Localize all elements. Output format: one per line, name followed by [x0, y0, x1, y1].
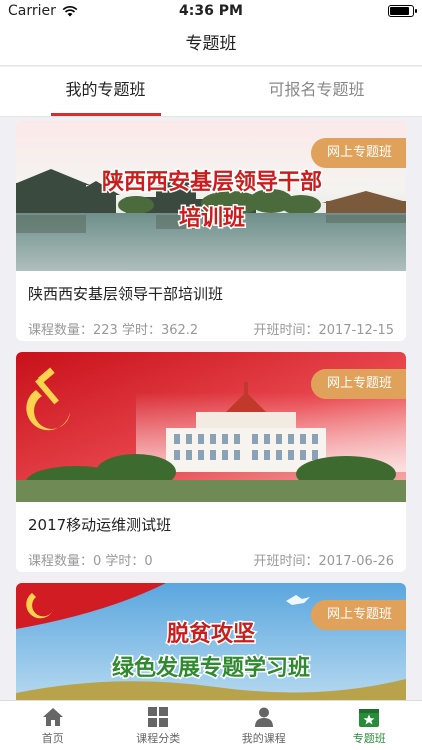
class-card[interactable]: 陕西西安基层领导干部 培训班 网上专题班 陕西西安基层领导干部培训班 课程数量：…: [16, 121, 406, 341]
person-icon: [254, 707, 273, 727]
class-list[interactable]: 陕西西安基层领导干部 培训班 网上专题班 陕西西安基层领导干部培训班 课程数量：…: [0, 117, 422, 700]
class-cover-image: 陕西西安基层领导干部 培训班 网上专题班: [16, 121, 406, 271]
tab-available-classes[interactable]: 可报名专题班: [211, 67, 422, 116]
class-cover-image: 网上专题班: [16, 352, 406, 502]
nav-bar: 专题班: [0, 22, 422, 66]
tabbar-categories[interactable]: 课程分类: [106, 701, 212, 750]
banner-title-line1: 脱贫攻坚: [167, 621, 255, 647]
online-badge: 网上专题班: [310, 138, 406, 168]
class-card[interactable]: 脱贫攻坚 绿色发展专题学习班 网上专题班: [16, 583, 406, 700]
online-badge: 网上专题班: [310, 369, 406, 399]
class-stats: 课程数量：223 学时：362.2: [28, 323, 199, 338]
segment-tabs: 我的专题班 可报名专题班: [0, 67, 422, 117]
tabbar-home[interactable]: 首页: [0, 701, 106, 750]
tabbar-my-courses-label: 我的课程: [241, 731, 286, 745]
tabbar-special-classes[interactable]: 专题班: [317, 701, 422, 750]
tabbar-special-classes-label: 专题班: [352, 731, 386, 745]
tabbar-my-courses[interactable]: 我的课程: [211, 701, 317, 750]
tabbar-categories-label: 课程分类: [136, 731, 181, 745]
class-meta: 课程数量：223 学时：362.2 开班时间：2017-12-15: [16, 307, 406, 338]
class-start-date: 开班时间：2017-12-15: [253, 323, 394, 338]
tabbar-home-label: 首页: [41, 731, 64, 745]
banner-title-line1: 陕西西安基层领导干部: [102, 169, 322, 195]
class-cover-image: 脱贫攻坚 绿色发展专题学习班 网上专题班: [16, 583, 406, 700]
grid-icon: [148, 706, 169, 727]
class-card[interactable]: 网上专题班 2017移动运维测试班 课程数量：0 学时：0 开班时间：2017-…: [16, 352, 406, 572]
page-title: 专题班: [185, 34, 237, 54]
tab-my-classes[interactable]: 我的专题班: [0, 67, 211, 116]
home-icon: [42, 707, 63, 726]
class-start-date: 开班时间：2017-06-26: [253, 554, 394, 569]
online-badge: 网上专题班: [310, 600, 406, 630]
class-title: 陕西西安基层领导干部培训班: [28, 285, 224, 303]
class-title: 2017移动运维测试班: [28, 516, 172, 534]
battery-level: [390, 7, 409, 15]
class-stats: 课程数量：0 学时：0: [28, 554, 153, 569]
status-time: 4:36 PM: [179, 3, 243, 19]
class-meta: 课程数量：0 学时：0 开班时间：2017-06-26: [16, 538, 406, 569]
battery-icon: [388, 5, 417, 17]
banner-title-line2: 培训班: [179, 205, 245, 231]
bottom-tab-bar: 首页 课程分类 我的课程 专题班: [0, 700, 422, 750]
star-board-icon: [359, 708, 380, 727]
status-bar: Carrier 4:36 PM: [0, 0, 422, 22]
banner-title-line2: 绿色发展专题学习班: [112, 655, 310, 681]
